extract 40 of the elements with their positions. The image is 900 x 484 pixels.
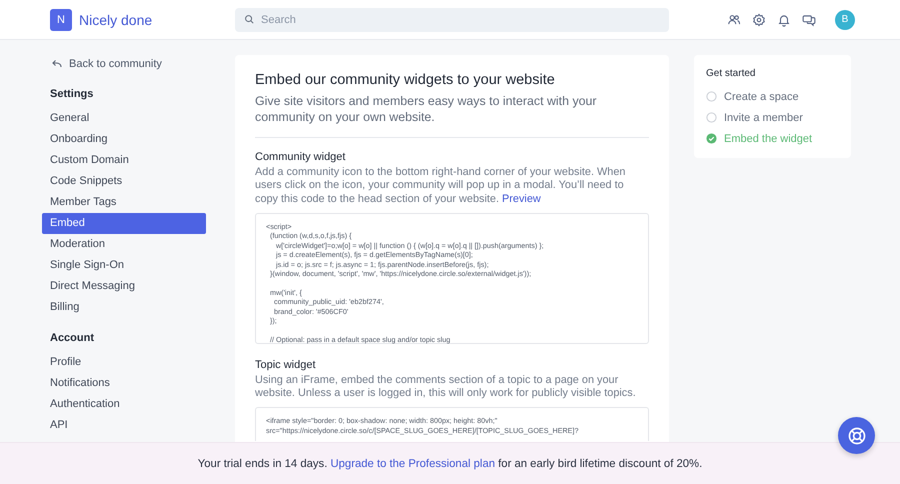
chat-icon[interactable] (802, 12, 816, 26)
checklist-item[interactable]: Invite a member (724, 112, 803, 124)
sidebar-item[interactable]: Member Tags (42, 192, 206, 213)
sidebar-item[interactable]: Billing (42, 297, 206, 318)
sidebar-item[interactable]: Notifications (42, 373, 206, 394)
sidebar-item[interactable]: Moderation (42, 234, 206, 255)
sidebar-item[interactable]: Single Sign-On (42, 255, 206, 276)
checklist-item[interactable]: Create a space (724, 90, 799, 102)
sidebar-item[interactable]: Embed (42, 213, 206, 234)
back-link[interactable]: Back to community (69, 58, 162, 70)
sidebar-item[interactable]: Direct Messaging (42, 276, 206, 297)
sidebar-item[interactable]: Authentication (42, 394, 206, 415)
section-description: Using an iFrame, embed the comments section of a topic to a page on your website. Unless a user is logged in, this will only work for publicly visible topics. (255, 374, 637, 400)
section-heading: Settings (49, 88, 94, 102)
trial-message: Your trial ends in 14 days. Upgrade to the Professional plan for an early bird lifetime discount of 20%. (198, 458, 702, 470)
preview-link[interactable]: Preview (502, 192, 541, 205)
back-arrow-icon[interactable] (51, 58, 63, 70)
section-heading: Community widget (255, 151, 346, 163)
page-title: Embed our community widgets to your website (255, 72, 556, 88)
lifebuoy-icon (846, 426, 866, 446)
sidebar-item[interactable]: API (42, 415, 206, 436)
section-description: Add a community icon to the bottom right-hand corner of your website. When users click on the icon, your community will pop up in a modal. You’ll need to copy this code to the head section of your website. Preview (255, 166, 626, 206)
sidebar-item[interactable]: General (42, 108, 206, 129)
sidebar-item[interactable]: Custom Domain (42, 150, 206, 171)
search-field[interactable]: Search (235, 8, 669, 32)
sidebar-item[interactable]: Code Snippets (42, 171, 206, 192)
sidebar-item[interactable]: Profile (42, 352, 206, 373)
bell-icon[interactable] (777, 12, 791, 26)
page-subtitle: Give site visitors and members easy ways to interact with your community on your own website. (255, 93, 649, 138)
section-heading: Topic widget (255, 358, 317, 371)
help-button[interactable] (838, 417, 875, 454)
settings-icon[interactable] (752, 12, 766, 26)
community-name[interactable]: Nicely done (79, 12, 235, 28)
sidebar-item[interactable]: Onboarding (42, 129, 206, 150)
upgrade-link[interactable]: Upgrade to the Professional plan (330, 458, 496, 470)
people-icon[interactable] (727, 12, 741, 26)
section-heading: Account (49, 332, 95, 346)
checklist-title: Get started (706, 68, 756, 79)
logo-icon[interactable]: N (50, 8, 72, 30)
search-icon (244, 14, 255, 25)
